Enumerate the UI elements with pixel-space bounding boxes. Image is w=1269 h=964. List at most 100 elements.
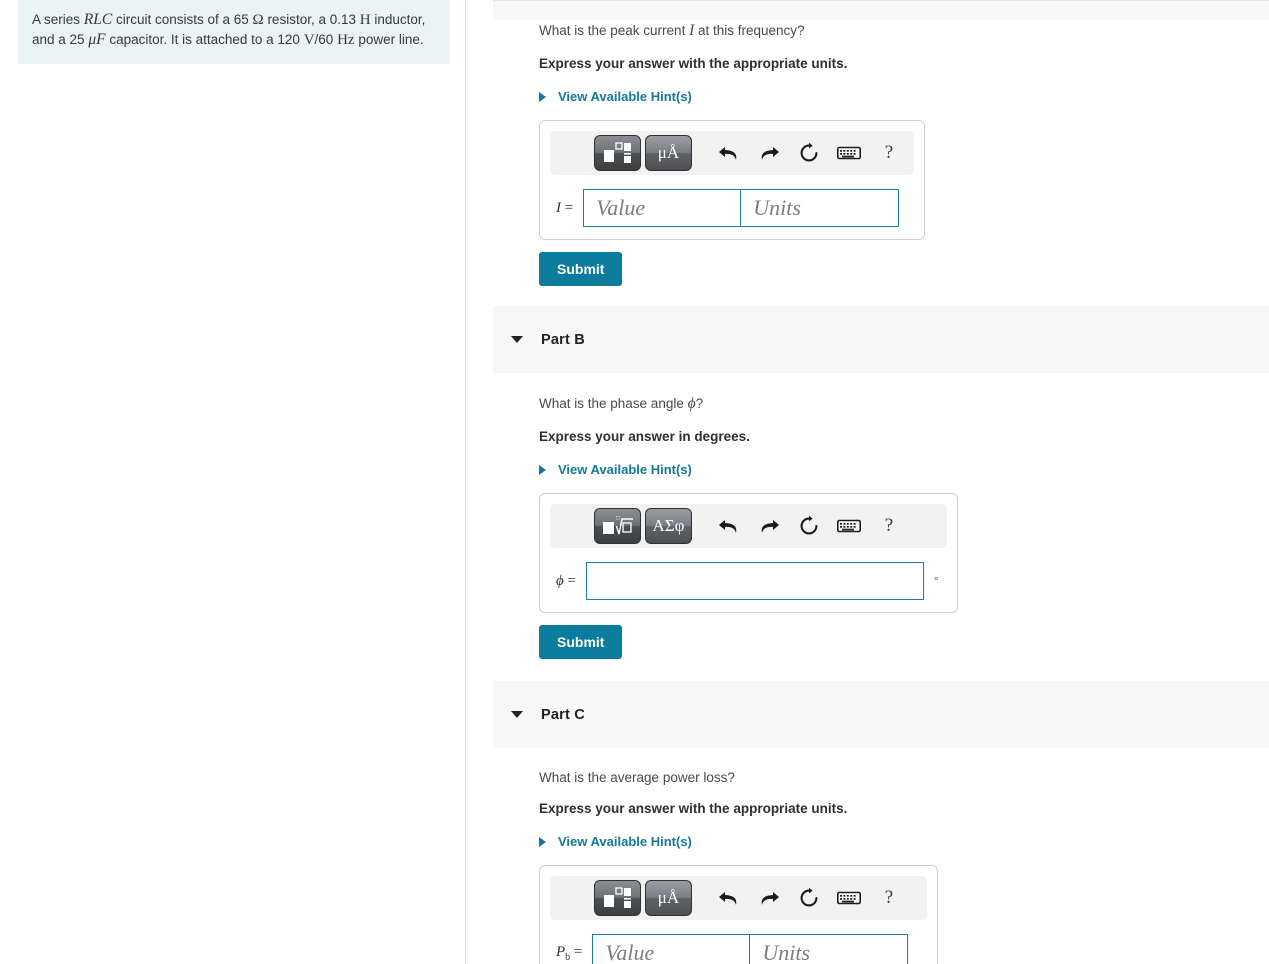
keyboard-glyph <box>837 519 861 533</box>
help-icon[interactable]: ? <box>872 881 906 915</box>
reset-icon[interactable] <box>792 136 826 170</box>
help-icon[interactable]: ? <box>872 509 906 543</box>
keyboard-icon[interactable] <box>832 136 866 170</box>
part-c-variable-subscript: b <box>565 951 571 963</box>
keyboard-glyph <box>837 146 861 160</box>
part-c-units-input[interactable]: Units <box>750 934 909 964</box>
units-palette-glyph: μÅ <box>657 143 680 162</box>
undo-glyph <box>719 520 737 533</box>
redo-glyph <box>761 520 779 533</box>
part-a-question-prefix: What is the peak current <box>539 23 690 38</box>
reset-glyph <box>800 887 818 907</box>
reset-icon[interactable] <box>792 509 826 543</box>
chevron-right-icon <box>539 91 546 102</box>
problem-unit-ohm: Ω <box>252 12 264 28</box>
part-a-body: What is the peak current I at this frequ… <box>467 0 1269 286</box>
chevron-down-icon <box>511 711 523 718</box>
chevron-right-icon <box>539 836 546 847</box>
part-c-instruction: Express your answer with the appropriate… <box>539 801 848 816</box>
part-c-section: Part C What is the average power loss? E… <box>467 681 1269 964</box>
reset-icon[interactable] <box>792 881 826 915</box>
math-template-icon[interactable] <box>594 135 641 171</box>
part-b-body: What is the phase angle ϕ? Express your … <box>467 373 1269 659</box>
part-c-body: What is the average power loss? Express … <box>467 748 1269 964</box>
redo-icon[interactable] <box>752 136 786 170</box>
part-a-value-input[interactable]: Value <box>583 189 742 227</box>
keyboard-icon[interactable] <box>832 509 866 543</box>
part-b-answer-widget: □ ΑΣφ ? ϕ = ° <box>539 493 958 613</box>
part-c-hints-toggle[interactable]: View Available Hint(s) <box>539 834 1269 849</box>
units-palette-glyph: μÅ <box>657 888 680 907</box>
greek-symbols-glyph: ΑΣφ <box>652 516 685 535</box>
problem-unit-microfarad: μF <box>88 31 106 48</box>
problem-text-plain-3: resistor, a 0.13 <box>263 12 360 27</box>
math-template-glyph <box>603 887 631 908</box>
part-c-variable-label: Pb = <box>556 944 582 963</box>
part-c-inputs-row: Pb = Value Units <box>550 934 927 964</box>
page-root: A series RLC circuit consists of a 65 Ω … <box>0 0 1269 964</box>
part-a-answer-widget: μÅ ? I = Value Units <box>539 120 925 240</box>
part-b-inputs-row: ϕ = ° <box>550 562 947 600</box>
part-a-toolbar: μÅ ? <box>550 131 914 175</box>
units-palette-icon[interactable]: μÅ <box>645 135 692 171</box>
reset-glyph <box>800 515 818 535</box>
greek-symbols-icon[interactable]: ΑΣφ <box>645 508 692 544</box>
problem-unit-hertz: Hz <box>337 32 355 48</box>
part-a-header-strip <box>493 0 1269 20</box>
part-a-question-suffix: at this frequency? <box>694 23 805 38</box>
part-b-degree-suffix: ° <box>933 575 939 587</box>
part-a-section: What is the peak current I at this frequ… <box>467 0 1269 286</box>
part-b-question-symbol: ϕ <box>687 395 696 412</box>
part-c-value-input[interactable]: Value <box>592 934 751 964</box>
part-b-question-prefix: What is the phase angle <box>539 396 688 411</box>
units-palette-icon[interactable]: μÅ <box>645 880 692 916</box>
part-b-hints-toggle[interactable]: View Available Hint(s) <box>539 462 1269 477</box>
part-c-variable: P <box>556 943 566 960</box>
problem-unit-henry: H <box>359 12 371 28</box>
part-b-value-input[interactable] <box>585 562 924 600</box>
problem-statement: A series RLC circuit consists of a 65 Ω … <box>18 0 450 64</box>
svg-text:□: □ <box>616 516 620 522</box>
problem-text-plain-5: capacitor. It is attached to a 120 <box>105 32 304 47</box>
part-a-submit-button[interactable]: Submit <box>539 252 623 286</box>
part-a-units-input[interactable]: Units <box>741 189 900 227</box>
undo-icon[interactable] <box>712 136 746 170</box>
problem-text-plain-6: /60 <box>314 32 338 47</box>
part-c-toolbar: μÅ ? <box>550 876 927 920</box>
part-c-header[interactable]: Part C <box>493 681 1269 748</box>
part-b-header[interactable]: Part B <box>493 306 1269 373</box>
undo-glyph <box>719 892 737 905</box>
radical-template-icon[interactable]: □ <box>594 508 641 544</box>
part-a-hints-toggle[interactable]: View Available Hint(s) <box>539 89 1269 104</box>
help-icon[interactable]: ? <box>872 136 906 170</box>
part-a-instruction: Express your answer with the appropriate… <box>539 56 848 71</box>
undo-icon[interactable] <box>712 509 746 543</box>
problem-text-plain-2: circuit consists of a 65 <box>112 12 253 27</box>
redo-icon[interactable] <box>752 881 786 915</box>
problem-text-plain-1: A series <box>32 12 84 27</box>
part-c-equals: = <box>573 943 583 960</box>
undo-icon[interactable] <box>712 881 746 915</box>
part-b-submit-button[interactable]: Submit <box>539 625 623 659</box>
part-b-section: Part B What is the phase angle ϕ? Expres… <box>467 306 1269 659</box>
part-b-instruction: Express your answer in degrees. <box>539 429 750 444</box>
parts-pane: What is the peak current I at this frequ… <box>467 0 1269 964</box>
part-c-question: What is the average power loss? <box>539 770 735 785</box>
problem-text-plain-7: power line. <box>354 32 424 47</box>
part-a-variable-label: I = <box>556 200 573 217</box>
part-c-answer-widget: μÅ ? Pb = Value Units <box>539 865 938 964</box>
problem-symbol-rlc: RLC <box>83 11 113 28</box>
keyboard-icon[interactable] <box>832 881 866 915</box>
chevron-right-icon <box>539 464 546 475</box>
keyboard-glyph <box>837 891 861 905</box>
redo-glyph <box>761 892 779 905</box>
math-template-icon[interactable] <box>594 880 641 916</box>
math-template-glyph <box>603 142 631 163</box>
part-b-variable: ϕ <box>556 572 564 589</box>
part-b-label: Part B <box>541 331 585 348</box>
part-c-hints-label: View Available Hint(s) <box>558 834 692 849</box>
part-a-equals: = <box>564 199 574 216</box>
part-a-variable: I <box>556 199 561 216</box>
part-a-inputs-row: I = Value Units <box>550 189 914 227</box>
redo-icon[interactable] <box>752 509 786 543</box>
